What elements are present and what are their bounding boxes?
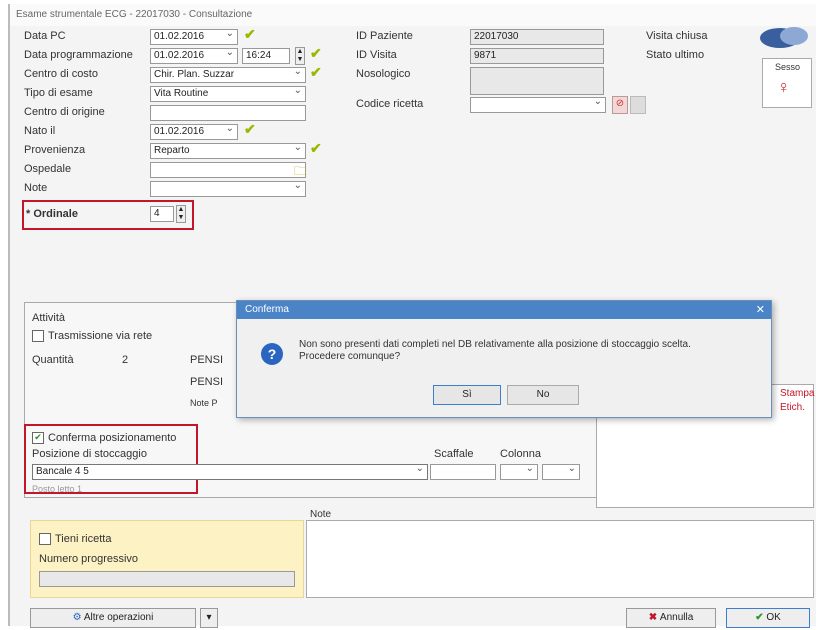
centro-di-costo-select[interactable]: Chir. Plan. Suzzar: [150, 67, 306, 83]
ospedale-label: Ospedale: [24, 163, 72, 175]
id-visita-label: ID Visita: [356, 49, 397, 61]
nosologico-field: [470, 67, 604, 95]
stampa-text[interactable]: Stampa: [780, 388, 814, 399]
tieni-ricetta-checkbox[interactable]: Tieni ricetta: [39, 533, 112, 546]
ordinale-label: * Ordinale: [26, 208, 78, 220]
colonna-select[interactable]: [500, 464, 538, 480]
id-paziente-label: ID Paziente: [356, 30, 413, 42]
altre-operazioni-label: Altre operazioni: [83, 612, 154, 623]
stato-visita-text: Visita chiusa: [646, 30, 708, 42]
confirm-check-icon[interactable]: ✔: [244, 121, 256, 138]
partial-label-2: PENSI: [190, 376, 224, 388]
conferma-posizione-checkbox[interactable]: ✔ Conferma posizionamento: [32, 432, 177, 445]
altre-operazioni-dropdown[interactable]: ▾: [200, 608, 218, 628]
ospedale-input[interactable]: [150, 162, 306, 178]
colonna-label: Colonna: [500, 448, 541, 460]
dialog-message: Non sono presenti dati completi nel DB r…: [299, 339, 691, 363]
centro-di-origine-input[interactable]: [150, 105, 306, 121]
dialog-title: Conferma: [245, 304, 289, 315]
delete-icon[interactable]: ⊘: [612, 96, 628, 114]
tipo-di-esame-label: Tipo di esame: [24, 87, 93, 99]
posizione-extra-text: Posto letto 1: [32, 484, 83, 494]
etich-text[interactable]: Etich.: [780, 402, 805, 413]
tieni-ricetta-label: Tieni ricetta: [55, 533, 112, 545]
provenienza-label: Provenienza: [24, 144, 86, 156]
nosologico-label: Nosologico: [356, 68, 411, 80]
ordinale-spinner[interactable]: ▲ ▼: [176, 205, 186, 223]
ordinale-input[interactable]: 4: [150, 206, 174, 222]
provenienza-select[interactable]: Reparto: [150, 143, 306, 159]
codice-ricetta-select[interactable]: [470, 97, 606, 113]
numero-progressivo-label: Numero progressivo: [39, 553, 139, 565]
question-icon: ?: [261, 343, 283, 365]
annulla-button[interactable]: ✖ Annulla: [626, 608, 716, 628]
note-label: Note: [24, 182, 48, 194]
attivita-header: Attività: [32, 312, 66, 324]
close-icon[interactable]: ✕: [756, 301, 765, 319]
sesso-label: Sesso: [775, 62, 801, 72]
folder-icon[interactable]: 🗀: [294, 162, 306, 183]
centro-di-costo-label: Centro di costo: [24, 68, 98, 80]
trasmissione-checkbox-label: Trasmissione via rete: [48, 330, 153, 342]
tipo-di-esame-select[interactable]: Vita Routine: [150, 86, 306, 102]
app-logo-icon: [758, 24, 812, 50]
posizione-stoccaggio-select[interactable]: Bancale 4 5: [32, 464, 428, 480]
dialog-message-line2: Procedere comunque?: [299, 351, 401, 362]
female-icon[interactable]: ♀: [777, 77, 791, 98]
ok-label: OK: [766, 612, 781, 623]
ok-button[interactable]: ✔ OK: [726, 608, 810, 628]
window-title: Esame strumentale ECG - 22017030 - Consu…: [10, 4, 816, 26]
disabled-button[interactable]: [630, 96, 646, 114]
annulla-label: Annulla: [659, 612, 694, 623]
ora-programmazione-input[interactable]: 16:24: [242, 48, 290, 64]
scaffale-input[interactable]: [430, 464, 496, 480]
data-programmazione-label: Data programmazione: [24, 49, 133, 61]
nato-il-label: Nato il: [24, 125, 56, 137]
confirm-check-icon[interactable]: ✔: [310, 64, 322, 81]
trasmissione-checkbox[interactable]: Trasmissione via rete: [32, 330, 153, 343]
scaffale-label: Scaffale: [434, 448, 474, 460]
posizione-stoccaggio-label: Posizione di stoccaggio: [32, 448, 147, 460]
sex-panel: Sesso ♀: [762, 58, 812, 108]
data-pc-input[interactable]: 01.02.2016: [150, 29, 238, 45]
altre-operazioni-button[interactable]: ⚙ Altre operazioni: [30, 608, 196, 628]
confirm-dialog: Conferma ✕ ? Non sono presenti dati comp…: [236, 300, 772, 418]
note-panel-label: Note: [310, 509, 332, 520]
centro-di-origine-label: Centro di origine: [24, 106, 105, 118]
id-paziente-field: 22017030: [470, 29, 604, 45]
confirm-check-icon[interactable]: ✔: [244, 26, 256, 43]
confirm-check-icon[interactable]: ✔: [310, 45, 322, 62]
nato-il-input[interactable]: 01.02.2016: [150, 124, 238, 140]
ricetta-panel: Tieni ricetta Numero progressivo: [30, 520, 304, 598]
riga-select[interactable]: [542, 464, 580, 480]
stato-ultimo-text: Stato ultimo: [646, 49, 705, 61]
no-button[interactable]: No: [507, 385, 579, 405]
codice-ricetta-label: Codice ricetta: [356, 98, 424, 110]
conferma-posizione-label: Conferma posizionamento: [48, 432, 177, 444]
confirm-check-icon[interactable]: ✔: [310, 140, 322, 157]
data-pc-label: Data PC: [24, 30, 66, 42]
partial-label-3: Note P: [190, 398, 218, 408]
yes-button[interactable]: Sì: [433, 385, 501, 405]
numero-progressivo-field: [39, 571, 295, 587]
data-programmazione-input[interactable]: 01.02.2016: [150, 48, 238, 64]
ora-spinner[interactable]: ▲ ▼: [295, 47, 305, 65]
dialog-titlebar: Conferma ✕: [237, 301, 771, 319]
dialog-message-line1: Non sono presenti dati completi nel DB r…: [299, 339, 691, 350]
id-visita-field: 9871: [470, 48, 604, 64]
note-select[interactable]: [150, 181, 306, 197]
quantita-label: Quantità: [32, 354, 74, 366]
note-textarea[interactable]: [306, 520, 814, 598]
quantita-value: 2: [122, 354, 129, 366]
partial-label-1: PENSI: [190, 354, 224, 366]
